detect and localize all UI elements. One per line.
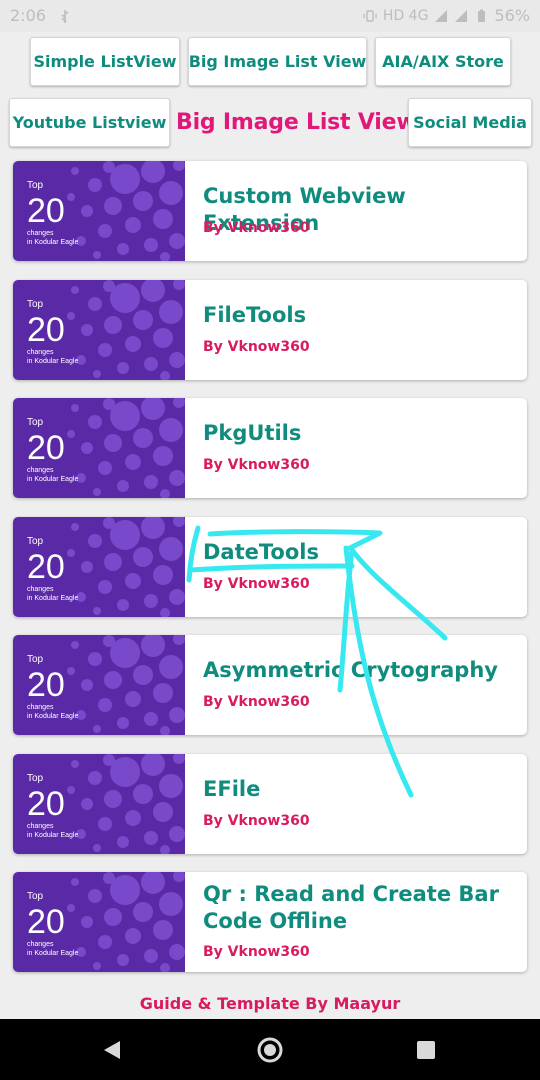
thumb-number: 20 [27,311,65,349]
list-item[interactable]: Top 20 changes in Kodular Eagle Asymmetr… [13,635,527,735]
thumb-line2: in Kodular Eagle [27,713,78,720]
item-title: Qr : Read and Create Bar Code Offline [203,882,499,933]
thumbnail-image: Top 20 changes in Kodular Eagle [13,754,185,854]
simple-listview-button[interactable]: Simple ListView [30,37,180,86]
thumb-line1: changes [27,823,54,830]
thumb-number: 20 [27,903,65,941]
list-item[interactable]: Top 20 changes in Kodular Eagle DateTool… [13,517,527,617]
usb-icon [61,9,69,23]
item-author: By Vknow360 [203,457,310,473]
list-item[interactable]: Top 20 changes in Kodular Eagle Custom W… [13,161,527,261]
youtube-listview-button[interactable]: Youtube Listview [9,98,170,147]
thumb-number: 20 [27,192,65,230]
thumbnail-image: Top 20 changes in Kodular Eagle [13,635,185,735]
battery-icon [478,9,486,22]
list-item[interactable]: Top 20 changes in Kodular Eagle PkgUtils… [13,398,527,498]
battery-percent: 56% [494,6,530,25]
thumb-top-label: Top [27,180,44,191]
network-label: HD 4G [382,7,429,24]
thumb-line1: changes [27,467,54,474]
item-title: Asymmetric Crytography [203,658,498,682]
signal-icon [455,9,468,22]
social-media-button[interactable]: Social Media [408,98,532,147]
navigation-bar [0,1019,540,1080]
thumb-number: 20 [27,785,65,823]
item-title: EFile [203,777,261,801]
item-author: By Vknow360 [203,694,310,710]
thumb-line2: in Kodular Eagle [27,239,78,246]
item-author: By Vknow360 [203,576,310,592]
thumbnail-image: Top 20 changes in Kodular Eagle [13,161,185,261]
home-icon[interactable] [255,1035,285,1065]
thumb-number: 20 [27,548,65,586]
thumb-line1: changes [27,230,54,237]
thumbnail-image: Top 20 changes in Kodular Eagle [13,872,185,972]
thumbnail-image: Top 20 changes in Kodular Eagle [13,517,185,617]
big-image-list-view-button[interactable]: Big Image List View [188,37,367,86]
item-author: By Vknow360 [203,220,310,236]
list-item[interactable]: Top 20 changes in Kodular Eagle EFile By… [13,754,527,854]
page-title: Big Image List View [176,109,417,135]
item-title: PkgUtils [203,421,302,445]
thumb-line2: in Kodular Eagle [27,476,78,483]
list-item[interactable]: Top 20 changes in Kodular Eagle FileTool… [13,280,527,380]
recents-icon[interactable] [415,1039,437,1061]
thumbnail-image: Top 20 changes in Kodular Eagle [13,280,185,380]
item-author: By Vknow360 [203,339,310,355]
thumb-line2: in Kodular Eagle [27,358,78,365]
back-icon[interactable] [100,1038,124,1062]
thumb-number: 20 [27,429,65,467]
thumb-top-label: Top [27,299,44,310]
thumb-top-label: Top [27,891,44,902]
list-item[interactable]: Top 20 changes in Kodular Eagle Qr : Rea… [13,872,527,972]
item-title: FileTools [203,303,307,327]
thumb-top-label: Top [27,654,44,665]
thumb-line1: changes [27,586,54,593]
thumb-top-label: Top [27,417,44,428]
item-author: By Vknow360 [203,813,310,829]
footer-credit: Guide & Template By Maayur [139,994,401,1013]
thumb-number: 20 [27,666,65,704]
thumb-line2: in Kodular Eagle [27,595,78,602]
thumb-top-label: Top [27,773,44,784]
aia-aix-store-button[interactable]: AIA/AIX Store [375,37,511,86]
thumb-line1: changes [27,349,54,356]
thumb-line2: in Kodular Eagle [27,832,78,839]
thumb-top-label: Top [27,536,44,547]
item-title: DateTools [203,540,319,564]
status-bar: 2:06 HD 4G 56% [0,0,540,32]
clock: 2:06 [10,6,46,25]
thumb-line1: changes [27,704,54,711]
item-author: By Vknow360 [203,944,310,960]
thumb-line2: in Kodular Eagle [27,950,78,957]
thumbnail-image: Top 20 changes in Kodular Eagle [13,398,185,498]
thumb-line1: changes [27,941,54,948]
signal-icon [435,9,448,22]
vibrate-icon [363,9,377,22]
